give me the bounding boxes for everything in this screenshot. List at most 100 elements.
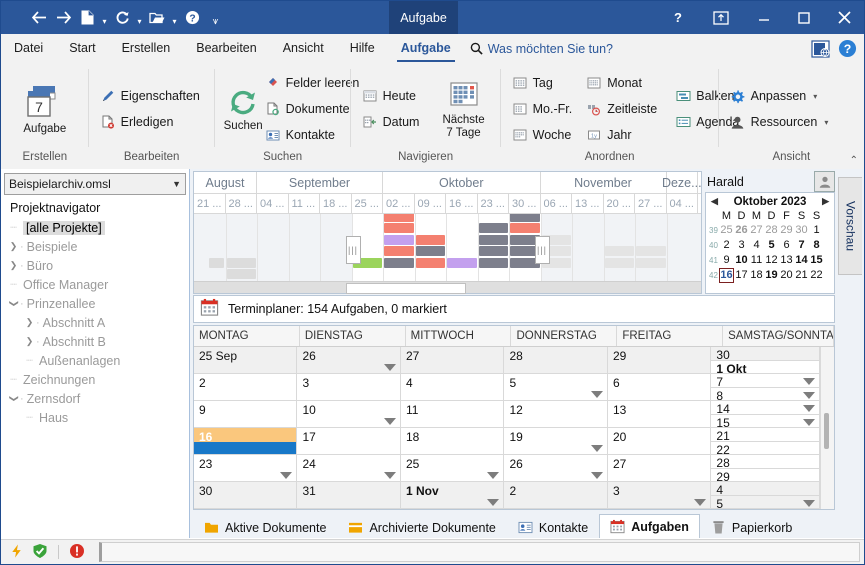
calendar-expand-triangle-icon[interactable] [694,499,707,506]
calendar-cell[interactable]: 28 [711,455,820,470]
mini-cal-day[interactable]: 19 [764,268,779,283]
mini-cal-day[interactable]: 10 [734,253,749,268]
calendar-expand-triangle-icon[interactable] [590,445,603,452]
calendar-cell[interactable]: 26 [504,455,607,482]
calendar-cell[interactable]: 18 [400,428,504,455]
timeline-bar[interactable] [510,214,540,222]
next-month-icon[interactable]: ▶ [819,196,832,207]
tab-aufgabe[interactable]: Aufgabe [388,34,464,63]
mini-cal-day[interactable]: 21 [794,268,809,283]
calendar-cell[interactable]: 12 [504,401,607,428]
calendar-cell[interactable]: 20 [607,428,711,455]
calendar-cell[interactable]: 19 [504,428,607,455]
bottom-tab-kontakte[interactable]: Kontakte [507,516,599,538]
bottom-tab-aktive-dokumente[interactable]: Aktive Dokumente [193,516,337,538]
calendar-cell[interactable]: 2 [194,374,297,401]
timeline-bar[interactable] [478,223,508,233]
refresh-icon[interactable] [110,6,134,30]
calendar-vscrollbar[interactable] [820,347,834,509]
aufgabe-big-button[interactable]: 7 Aufgabe [14,82,76,136]
avatar[interactable] [814,171,835,192]
tree-item-9[interactable]: ❮ · Zernsdorf [7,389,189,408]
calendar-header-5[interactable]: SAMSTAG/SONNTAG [723,326,834,346]
calendar-cell[interactable]: 5 [504,374,607,401]
close-button[interactable] [824,1,864,34]
eigenschaften-button[interactable]: Eigenschaften [98,84,206,108]
mini-cal-day[interactable]: 2 [719,238,734,253]
calendar-cell[interactable]: 29 [607,347,711,374]
refresh-caret-icon[interactable]: ▾ [134,2,145,33]
calendar-expand-triangle-icon[interactable] [590,472,603,479]
tree-item-8[interactable]: ┈ Zeichnungen [7,370,189,389]
timeline-bar[interactable] [415,257,445,268]
calendar-expand-triangle-icon[interactable] [487,499,500,506]
mini-cal-day[interactable]: 22 [809,268,824,283]
web-icon[interactable] [810,38,831,59]
timeline-bar[interactable] [604,246,634,256]
mini-cal-day[interactable]: 26 [734,223,749,238]
help-button[interactable]: ? [658,1,698,34]
calendar-cell[interactable]: 4 [711,482,820,497]
overflow-icon[interactable]: ⩛ [210,3,221,32]
calendar-cell[interactable]: 14 [711,401,820,416]
mini-cal-day[interactable]: 1 [809,223,824,238]
timeline-hscroll-thumb[interactable] [346,283,466,294]
tab-datei[interactable]: Datei [1,34,56,63]
tree-item-10[interactable]: ┈ Haus [7,408,189,427]
timeline-bar[interactable] [384,223,414,233]
calendar-cell[interactable]: 26 [297,347,400,374]
calendar-header-4[interactable]: FREITAG [617,326,724,346]
chevron-right-icon[interactable]: ❯ [23,336,36,347]
mini-cal-day[interactable]: 14 [794,253,809,268]
timeline-bar[interactable] [478,246,508,256]
calendar-cell[interactable]: 3 [297,374,400,401]
naechste-7-tage-button[interactable]: Nächste 7 Tage [435,79,491,140]
calendar-header-3[interactable]: DONNERSTAG [511,326,618,346]
calendar-cell[interactable]: 29 [711,468,820,484]
calendar-cell[interactable]: 22 [711,441,820,457]
timeline-bar[interactable] [415,234,445,245]
mini-cal-day[interactable]: 5 [764,238,779,253]
calendar-cell[interactable]: 1 Nov [400,482,504,509]
shield-ok-icon[interactable] [32,543,48,562]
ressourcen-button[interactable]: Ressourcen ▾ [728,110,835,134]
calendar-cell[interactable]: 11 [400,401,504,428]
calendar-cell[interactable]: 15 [711,414,820,430]
anpassen-button[interactable]: Anpassen ▾ [728,84,835,108]
calendar-cell[interactable]: 7 [711,374,820,389]
forward-icon[interactable] [51,6,75,30]
timeline-bar[interactable] [478,257,508,268]
calendar-cell[interactable]: 17 [297,428,400,455]
mini-cal-day[interactable]: 9 [719,253,734,268]
calendar-cell[interactable]: 13 [607,401,711,428]
calendar-cell[interactable]: 6 [607,374,711,401]
maximize-button[interactable] [784,1,824,34]
chevron-down-icon[interactable]: ▼ [172,179,181,189]
help-blue-icon[interactable]: ? [837,38,858,59]
woche-button[interactable]: Woche [510,123,579,147]
mini-cal-day[interactable]: 27 [749,223,764,238]
new-document-caret-icon[interactable]: ▾ [99,2,110,33]
timeline-bar[interactable] [510,223,540,233]
mini-cal-day[interactable]: 4 [749,238,764,253]
tree-item-1[interactable]: ❯ · Beispiele [7,237,189,256]
mini-cal-day[interactable]: 25 [719,223,734,238]
open-folder-icon[interactable] [145,6,169,30]
calendar-expand-triangle-icon[interactable] [803,378,816,385]
calendar-header-0[interactable]: MONTAG [194,326,300,346]
mini-cal-day[interactable]: 30 [794,223,809,238]
chevron-down-icon[interactable]: ▾ [824,118,828,127]
chevron-down-icon[interactable]: ▾ [813,92,817,101]
timeline-bar[interactable] [384,257,414,268]
mini-cal-day[interactable]: 16 [719,268,734,283]
calendar-expand-triangle-icon[interactable] [280,472,293,479]
suchen-big-button[interactable]: Suchen [224,85,263,133]
bottom-tab-aufgaben[interactable]: Aufgaben [599,514,700,538]
mini-cal-day[interactable]: 6 [779,238,794,253]
tab-erstellen[interactable]: Erstellen [109,34,184,63]
timeline-bar[interactable] [384,246,414,256]
calendar-cell[interactable]: 28 [504,347,607,374]
tree-item-2[interactable]: ❯ · Büro [7,256,189,275]
calendar-cell[interactable]: 2 [504,482,607,509]
mo-fr-button[interactable]: Mo.-Fr. [510,97,579,121]
